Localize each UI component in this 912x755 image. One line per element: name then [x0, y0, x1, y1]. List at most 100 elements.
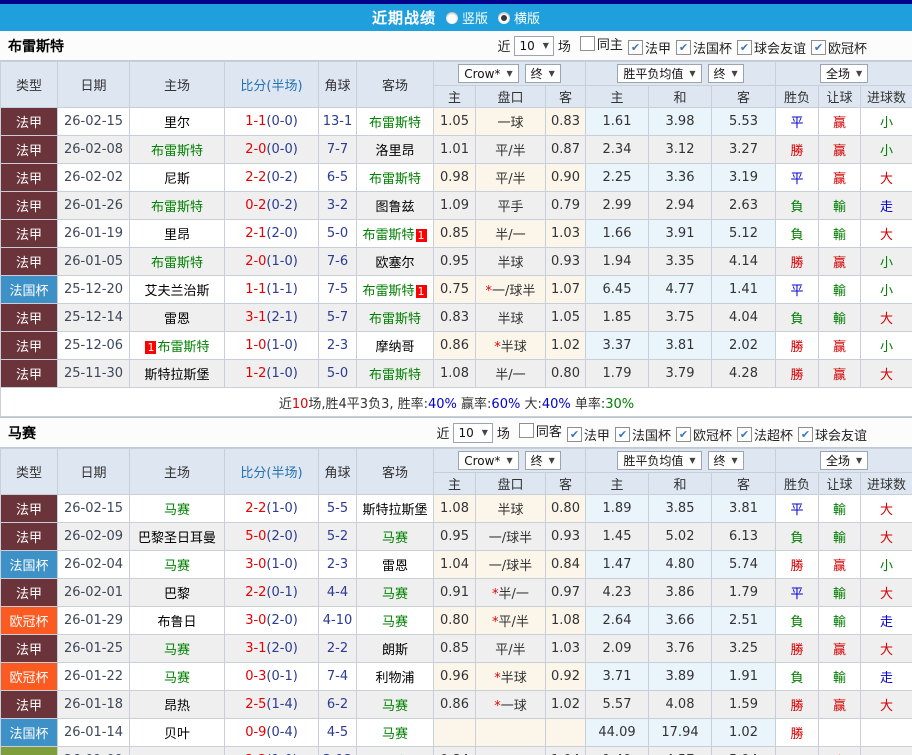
handicap-cell: 半球: [475, 247, 546, 276]
avg-type-select[interactable]: 胜平负均值 ▼: [617, 451, 702, 470]
column-header: 主场: [129, 448, 225, 495]
team-link[interactable]: 布雷斯特: [369, 368, 421, 383]
layout-radio-horizontal[interactable]: 横版: [498, 8, 540, 27]
league-badge: 法国杯: [0, 718, 58, 747]
filter-checkbox-球会友谊[interactable]: ✔ 球会友谊: [736, 38, 806, 57]
team-link[interactable]: 尼斯: [164, 172, 190, 187]
team-link[interactable]: 欧塞尔: [375, 256, 414, 271]
avg-type-select[interactable]: 胜平负均值 ▼: [617, 64, 702, 83]
odds-company-select[interactable]: Crow* ▼: [458, 64, 519, 84]
avg-away-cell: 1.02: [710, 718, 777, 747]
team-link[interactable]: 布雷斯特: [362, 284, 414, 299]
team-link[interactable]: 布雷斯特: [369, 172, 421, 187]
filter-checkbox-法国杯[interactable]: ✔ 法国杯: [614, 425, 671, 444]
red-card-badge: 1: [145, 341, 157, 354]
team-link[interactable]: 马赛: [382, 587, 408, 602]
fulltime-score: 3-0: [245, 557, 267, 572]
team-link[interactable]: 布雷斯特: [151, 256, 203, 271]
odds-away-cell: 1.05: [545, 303, 586, 332]
odds-final-select[interactable]: 终 ▼: [524, 63, 561, 83]
team-link[interactable]: 朗斯: [382, 643, 408, 658]
avg-final-select[interactable]: 终 ▼: [707, 64, 744, 83]
odds-away-cell: 1.07: [545, 275, 586, 304]
recent-results-page: 近期战绩 竖版 横版 布雷斯特 近 10 ▼ 场 同主 ✔ 法甲 ✔ 法国杯 ✔ 球会友谊 ✔ 欧…: [0, 0, 912, 755]
team-link[interactable]: 雷恩: [382, 559, 408, 574]
team-link[interactable]: 布雷斯特: [369, 116, 421, 131]
result-goals-cell: 小: [860, 247, 912, 276]
team-link[interactable]: 马赛: [382, 699, 408, 714]
filter-label: 法国杯: [631, 429, 671, 444]
filter-checkbox-球会友谊[interactable]: ✔ 球会友谊: [797, 425, 867, 444]
team-link[interactable]: 布雷斯特: [151, 200, 203, 215]
home-away-team-cell: 里昂: [129, 219, 225, 248]
team-link[interactable]: 马赛: [164, 503, 190, 518]
team-link[interactable]: 里昂: [164, 228, 190, 243]
team-link[interactable]: 里尔: [164, 116, 190, 131]
result-goals-cell: 大: [860, 163, 912, 192]
recent-count-select[interactable]: 10 ▼: [453, 422, 493, 443]
team-link[interactable]: 马赛: [382, 727, 408, 742]
team-link[interactable]: 贝叶: [164, 727, 190, 742]
league-badge: 欧冠杯: [0, 606, 58, 635]
team-link[interactable]: 摩纳哥: [375, 340, 414, 355]
team-link[interactable]: 雷恩: [164, 312, 190, 327]
team-link[interactable]: 马赛: [382, 531, 408, 546]
matches-label: 场: [496, 427, 510, 442]
team-link[interactable]: 布雷斯特: [157, 340, 209, 355]
team-link[interactable]: 布鲁日: [157, 615, 196, 630]
home-away-team-cell: 昂热: [129, 690, 225, 719]
team-link[interactable]: 布雷斯特: [369, 312, 421, 327]
filter-checkbox-同主[interactable]: 同主: [579, 34, 623, 53]
team-link[interactable]: 斯特拉斯堡: [362, 503, 427, 518]
summary-part: 单率:: [570, 396, 606, 412]
filter-checkbox-法甲[interactable]: ✔ 法甲: [566, 425, 610, 444]
halftime-score: (1-0): [266, 501, 298, 516]
radio-icon[interactable]: [498, 11, 510, 24]
filter-checkbox-法超杯[interactable]: ✔ 法超杯: [736, 425, 793, 444]
filter-checkbox-欧冠杯[interactable]: ✔ 欧冠杯: [810, 38, 867, 57]
odds-final-select[interactable]: 终 ▼: [524, 450, 561, 470]
team-link[interactable]: 图鲁兹: [375, 200, 414, 215]
team-link[interactable]: 布雷斯特: [362, 228, 414, 243]
avg-final-select[interactable]: 终 ▼: [707, 451, 744, 470]
team-link[interactable]: 利物浦: [375, 671, 414, 686]
handicap-cell: 平/半: [475, 135, 546, 164]
odds-away-cell: 0.80: [545, 494, 586, 523]
team-link[interactable]: 布雷斯特: [151, 144, 203, 159]
team-link[interactable]: 马赛: [164, 643, 190, 658]
result-wdl-cell: 平: [775, 107, 820, 136]
odds-company-select[interactable]: Crow* ▼: [458, 451, 519, 471]
team-link[interactable]: 马赛: [164, 559, 190, 574]
handicap-value: 半球: [500, 340, 527, 355]
date-cell: 26-01-18: [57, 690, 130, 719]
corner-cell: 7-4: [318, 662, 357, 691]
odds-away-cell: 1.03: [545, 219, 586, 248]
recent-count-select[interactable]: 10 ▼: [514, 35, 554, 56]
team-link[interactable]: 巴黎圣日耳曼: [138, 531, 216, 546]
recent-count-value: 10: [519, 38, 535, 53]
odds-home-cell: 0.84: [433, 746, 476, 755]
scope-select[interactable]: 全场 ▼: [819, 451, 869, 470]
team-link[interactable]: 洛里昂: [375, 144, 414, 159]
scope-select[interactable]: 全场 ▼: [819, 64, 869, 83]
layout-radio-vertical[interactable]: 竖版: [445, 8, 488, 27]
match-row: 法甲 26-01-19 里昂 2-1(2-0) 5-0 布雷斯特 1 0.85 半/一 1.03 1…: [0, 219, 912, 248]
filter-checkbox-法甲[interactable]: ✔ 法甲: [627, 38, 671, 57]
team-link[interactable]: 马赛: [164, 671, 190, 686]
match-row: 法甲 25-12-14 雷恩 3-1(2-1) 5-7 布雷斯特 0.83 半球 1.05 1.8…: [0, 303, 912, 332]
team-link[interactable]: 马赛: [382, 615, 408, 630]
filter-checkbox-欧冠杯[interactable]: ✔ 欧冠杯: [675, 425, 732, 444]
filter-checkbox-同客[interactable]: 同客: [518, 421, 562, 440]
score-cell: 0-3(0-1): [224, 662, 319, 691]
home-away-team-cell: 朗斯: [356, 634, 434, 663]
team-link[interactable]: 斯特拉斯堡: [144, 368, 209, 383]
team-link[interactable]: 艾夫兰治斯: [144, 284, 209, 299]
odds-away-cell: [545, 718, 586, 747]
team-link[interactable]: 巴黎: [164, 587, 190, 602]
odds-away-cell: 0.87: [545, 135, 586, 164]
team-section-marseille: 马赛 近 10 ▼ 场 同客 ✔ 法甲 ✔ 法国杯 ✔ 欧冠杯 ✔ 法超杯 ✔ 球会友谊 类型 日期 主场…: [0, 418, 912, 755]
team-link[interactable]: 昂热: [164, 699, 190, 714]
radio-icon[interactable]: [445, 11, 458, 24]
match-row: 法甲 26-02-01 巴黎 2-2(0-1) 4-4 马赛 0.91 *半/一 0.97 4.2…: [0, 578, 912, 607]
filter-checkbox-法国杯[interactable]: ✔ 法国杯: [675, 38, 732, 57]
